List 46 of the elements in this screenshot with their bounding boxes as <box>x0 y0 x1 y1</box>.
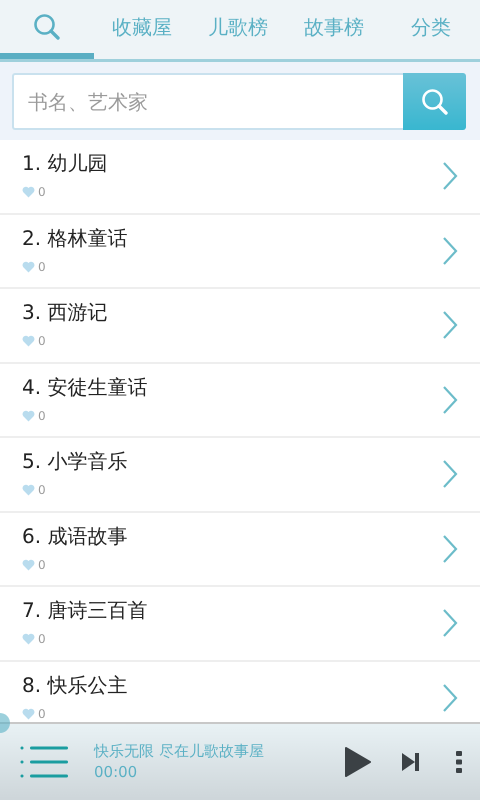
item-title: 4. 安徒生童话 <box>22 374 148 399</box>
heart-icon <box>22 558 35 571</box>
list-item[interactable]: 1. 幼儿园 0 <box>0 140 480 214</box>
like-count: 0 <box>38 482 46 500</box>
chevron-icon <box>442 236 458 266</box>
track-title: 快乐无限 尽在儿歌故事屋 <box>94 741 265 762</box>
chevron-icon <box>442 682 458 713</box>
like-count: 0 <box>38 258 46 276</box>
heart-icon <box>22 633 35 646</box>
item-title: 5. 小学音乐 <box>22 449 128 474</box>
search-icon <box>32 12 62 42</box>
heart-icon <box>22 708 35 720</box>
list-item[interactable]: 6. 成语故事 0 <box>0 512 480 587</box>
item-title: 8. 快乐公主 <box>22 672 128 697</box>
search-icon <box>420 86 450 116</box>
item-title: 7. 唐诗三百首 <box>22 598 148 622</box>
item-title: 1. 幼儿园 <box>22 151 108 176</box>
list-item[interactable]: 4. 安徒生童话 0 <box>0 364 480 438</box>
like-count: 0 <box>38 184 46 202</box>
search-button[interactable] <box>403 73 466 130</box>
list-item[interactable]: 7. 唐诗三百首 0 <box>0 587 480 662</box>
heart-icon <box>22 410 35 422</box>
heart-icon <box>22 260 35 273</box>
item-title: 3. 西游记 <box>22 300 108 324</box>
item-title: 6. 成语故事 <box>22 524 128 548</box>
chevron-icon <box>442 608 458 638</box>
track-time: 00:00 <box>94 762 138 783</box>
chevron-icon <box>442 161 458 192</box>
list-item[interactable]: 5. 小学音乐 0 <box>0 438 480 512</box>
chevron-icon <box>442 384 458 415</box>
like-count: 0 <box>38 333 46 350</box>
like-count: 0 <box>38 556 46 574</box>
list-item[interactable]: 3. 西游记 0 <box>0 289 480 364</box>
heart-icon <box>22 335 35 348</box>
chevron-icon <box>442 459 458 490</box>
like-count: 0 <box>38 706 46 722</box>
search-field[interactable]: 书名、艺术家 <box>12 73 403 130</box>
chevron-icon <box>442 310 458 340</box>
chevron-icon <box>442 534 458 564</box>
heart-icon <box>22 186 35 198</box>
like-count: 0 <box>38 408 46 425</box>
item-title: 2. 格林童话 <box>22 226 128 250</box>
list-item[interactable]: 2. 格林童话 0 <box>0 214 480 289</box>
more-icon <box>456 751 462 773</box>
heart-icon <box>22 484 35 496</box>
like-count: 0 <box>38 631 46 648</box>
